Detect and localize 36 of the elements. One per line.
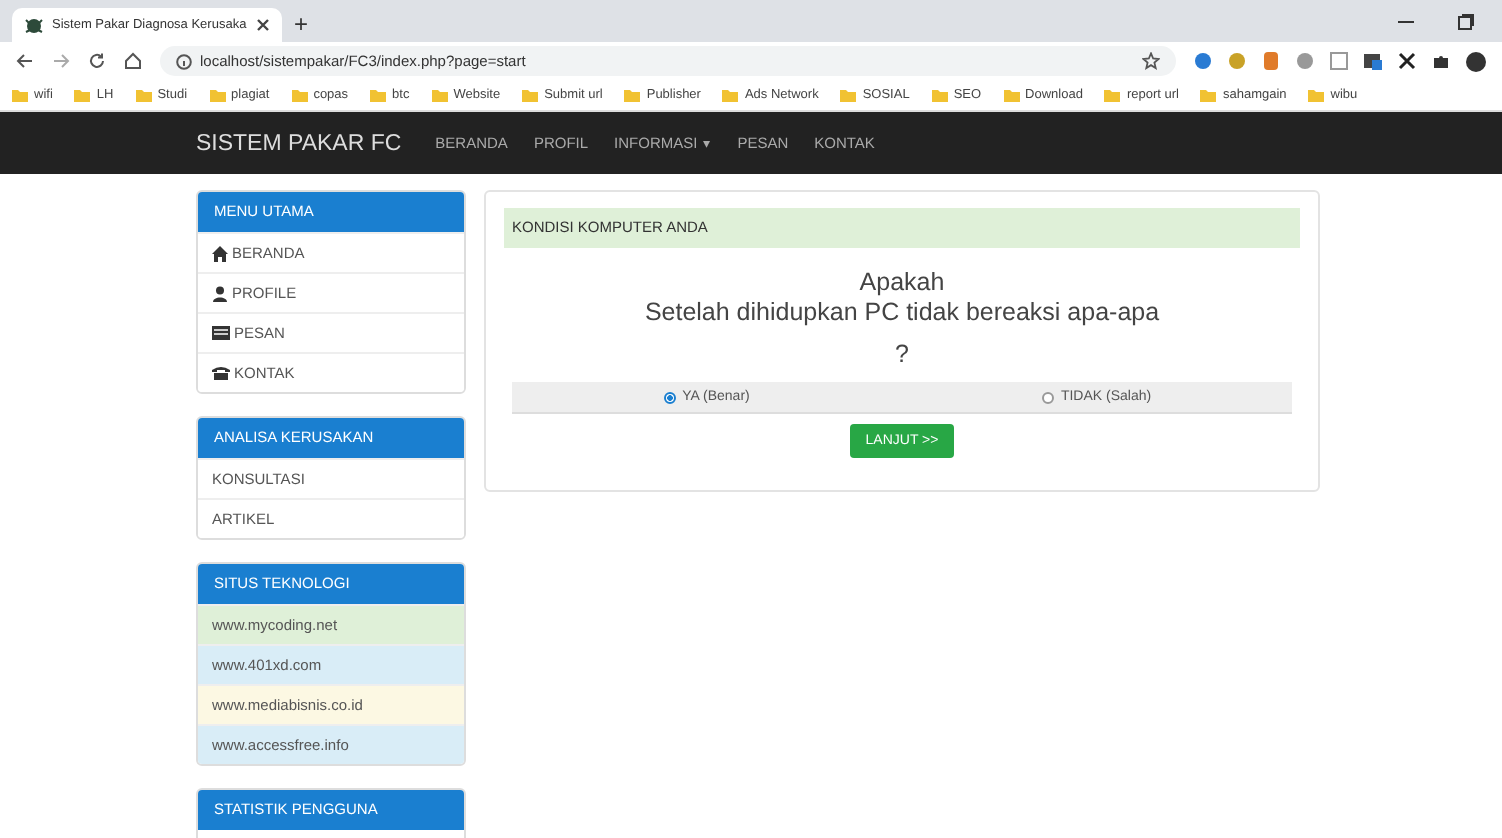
new-tab-button[interactable]: + <box>282 8 321 42</box>
folder-icon <box>722 88 739 102</box>
site-brand[interactable]: SISTEM PAKAR FC <box>196 131 402 155</box>
phone-icon <box>212 366 230 380</box>
folder-icon <box>522 88 539 102</box>
folder-icon <box>931 88 948 102</box>
extension-icon[interactable] <box>1398 52 1416 70</box>
restore-icon[interactable] <box>1458 13 1474 29</box>
question-text: Setelah dihidupkan PC tidak bereaksi apa-apa <box>642 298 1162 328</box>
back-icon[interactable] <box>16 52 34 70</box>
bug-icon <box>24 15 44 35</box>
home-icon <box>212 245 228 261</box>
folder-icon <box>370 88 387 102</box>
folder-icon <box>74 88 91 102</box>
home-icon[interactable] <box>124 52 142 70</box>
user-icon <box>212 285 228 301</box>
reload-icon[interactable] <box>88 52 106 70</box>
question-text: Apakah <box>857 268 947 298</box>
folder-icon <box>1104 88 1121 102</box>
avatar-icon[interactable] <box>1466 51 1486 71</box>
folder-icon <box>291 88 308 102</box>
folder-icon <box>1003 88 1020 102</box>
folder-icon <box>1200 88 1217 102</box>
folder-icon <box>1308 88 1325 102</box>
info-icon <box>176 53 192 69</box>
folder-icon <box>135 88 152 102</box>
folder-icon <box>431 88 448 102</box>
folder-icon <box>12 88 28 102</box>
folder-icon <box>624 88 641 102</box>
folder-icon <box>209 88 226 102</box>
question-text: ? <box>893 340 911 370</box>
star-icon[interactable] <box>1142 52 1160 70</box>
folder-icon <box>840 88 857 102</box>
extension-icon[interactable] <box>1364 52 1382 70</box>
inbox-icon <box>212 326 230 340</box>
close-icon[interactable] <box>256 18 270 32</box>
